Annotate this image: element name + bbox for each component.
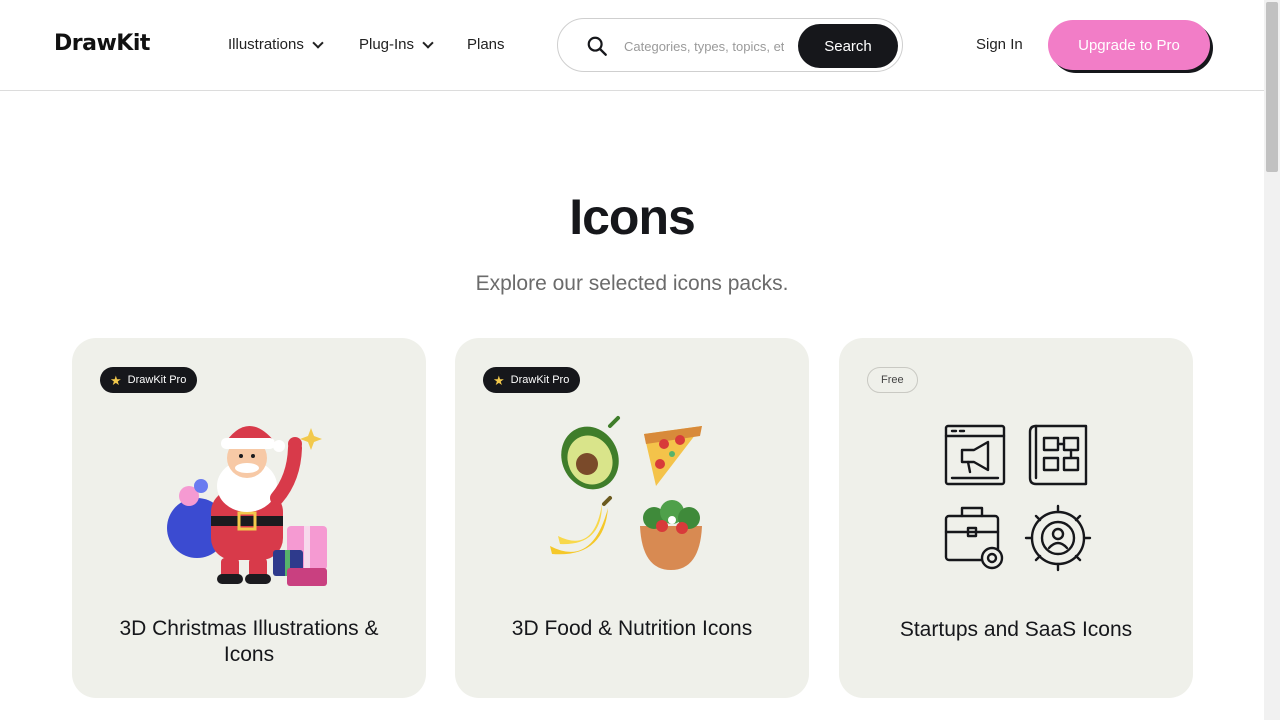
chevron-down-icon <box>312 36 324 49</box>
nav-illustrations[interactable]: Illustrations <box>228 36 324 53</box>
search-button[interactable]: Search <box>798 24 898 68</box>
nav-plans[interactable]: Plans <box>467 36 505 53</box>
scrollbar-thumb[interactable] <box>1266 2 1278 172</box>
badge-label: Free <box>881 374 904 386</box>
gear-user-icon <box>1024 504 1092 572</box>
food-icons <box>550 416 702 570</box>
logo[interactable]: DrawKit <box>54 31 150 56</box>
nav-plug-ins-label: Plug-Ins <box>359 36 415 53</box>
salad-bowl-icon <box>640 500 702 570</box>
search-icon <box>587 36 607 56</box>
banana-icon <box>550 496 612 555</box>
icon-pack-card-food[interactable]: ★ DrawKit Pro 3D Food & Nutrition Icons <box>455 338 809 698</box>
megaphone-browser-icon <box>944 424 1006 486</box>
badge-label: DrawKit Pro <box>510 374 570 386</box>
search-bar: Search <box>557 18 903 72</box>
nav-plug-ins[interactable]: Plug-Ins <box>359 36 434 53</box>
star-icon: ★ <box>493 372 505 388</box>
free-badge: Free <box>867 367 918 393</box>
search-input[interactable] <box>622 35 786 57</box>
santa-illustration <box>167 425 327 586</box>
page-scrollbar[interactable] <box>1264 0 1280 720</box>
card-title[interactable]: 3D Christmas Illustrations & Icons <box>92 616 406 668</box>
icon-pack-card-christmas[interactable]: ★ DrawKit Pro 3D Christmas Illustrations… <box>72 338 426 698</box>
pro-badge: ★ DrawKit Pro <box>483 367 581 393</box>
card-title[interactable]: Startups and SaaS Icons <box>859 617 1173 643</box>
pro-badge: ★ DrawKit Pro <box>100 367 198 393</box>
avocado-icon <box>561 416 620 490</box>
page-subtitle: Explore our selected icons packs. <box>475 272 789 295</box>
blueprint-icon <box>1028 424 1088 486</box>
icon-pack-card-startups[interactable]: Free Startups and SaaS Icons <box>839 338 1193 698</box>
nav-plans-label: Plans <box>467 36 505 53</box>
site-header: DrawKit Illustrations Plug-Ins Plans Sea… <box>0 0 1264 91</box>
startup-icons <box>944 424 1092 572</box>
nav-illustrations-label: Illustrations <box>228 36 304 53</box>
star-icon: ★ <box>110 372 122 388</box>
briefcase-gear-icon <box>944 506 1004 570</box>
upgrade-to-pro-button[interactable]: Upgrade to Pro <box>1048 20 1210 70</box>
sign-in-link[interactable]: Sign In <box>976 36 1023 53</box>
badge-label: DrawKit Pro <box>127 374 187 386</box>
page-title: Icons <box>569 189 696 245</box>
chevron-down-icon <box>422 36 434 49</box>
card-title[interactable]: 3D Food & Nutrition Icons <box>475 616 789 642</box>
pizza-icon <box>644 426 702 486</box>
